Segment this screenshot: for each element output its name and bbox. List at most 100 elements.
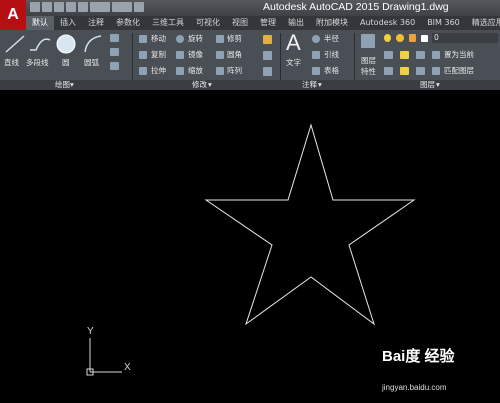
layer-isolate-icon[interactable] (384, 67, 393, 75)
scale-icon (176, 67, 184, 75)
fillet-button[interactable]: 圆角 (227, 50, 242, 60)
baidu-watermark: Bai度 经验 (382, 348, 455, 365)
layer-freeze-icon[interactable] (416, 51, 425, 59)
panel-title-draw[interactable]: 绘图 (55, 80, 70, 90)
move-icon (139, 35, 147, 43)
table-button[interactable]: 表格 (324, 66, 339, 76)
sun-icon (396, 34, 404, 42)
arc-icon[interactable] (83, 34, 103, 54)
title-bar: Autodesk AutoCAD 2015 Drawing1.dwg (0, 0, 500, 16)
layer-color-swatch (421, 35, 428, 42)
tab-annotate[interactable]: 注释 (82, 16, 110, 30)
new-file-icon[interactable] (30, 2, 40, 12)
layer-properties-label-2: 特性 (361, 67, 376, 76)
line-button[interactable]: 直线 (4, 58, 19, 68)
ribbon-panel-titles: 绘图 ▾ 修改 ▾ 注释 ▾ 图层 ▾ (0, 80, 500, 90)
rotate-button[interactable]: 旋转 (188, 34, 203, 44)
trim-icon (216, 35, 224, 43)
tab-bim-360[interactable]: BIM 360 (421, 16, 466, 30)
trim-button[interactable]: 修剪 (227, 34, 242, 44)
mirror-icon (176, 51, 184, 59)
layer-dropdown[interactable]: 0 (432, 33, 498, 43)
erase-icon[interactable] (263, 35, 272, 44)
tab-insert[interactable]: 插入 (54, 16, 82, 30)
stretch-button[interactable]: 拉伸 (151, 66, 166, 76)
undo-icon[interactable] (90, 2, 110, 12)
panel-title-modify[interactable]: 修改 (192, 80, 207, 90)
lock-icon (409, 34, 416, 42)
tab-3d-tools[interactable]: 三维工具 (146, 16, 190, 30)
text-button[interactable]: 文字 (286, 58, 301, 68)
rotate-icon (176, 35, 184, 43)
ribbon-tabs: 默认 插入 注释 参数化 三维工具 可视化 视图 管理 输出 附加模块 Auto… (26, 16, 500, 30)
tab-view[interactable]: 视图 (226, 16, 254, 30)
window-title: Autodesk AutoCAD 2015 Drawing1.dwg (263, 1, 449, 13)
tab-featured-apps[interactable]: 精选应用 (466, 16, 500, 30)
tab-output[interactable]: 输出 (282, 16, 310, 30)
copy-button[interactable]: 复制 (151, 50, 166, 60)
explode-icon[interactable] (263, 51, 272, 60)
panel-annotation-chevron-icon[interactable]: ▾ (318, 80, 322, 90)
ucs-icon (86, 338, 122, 376)
light-bulb-icon (384, 34, 391, 42)
layer-properties-button[interactable]: 图层 (361, 56, 376, 66)
open-file-icon[interactable] (42, 2, 52, 12)
save-icon[interactable] (54, 2, 64, 12)
line-icon[interactable] (4, 34, 26, 54)
array-button[interactable]: 阵列 (227, 66, 242, 76)
tab-visualize[interactable]: 可视化 (190, 16, 226, 30)
baidu-watermark-url: jingyan.baidu.com (382, 383, 447, 392)
set-current-icon (432, 51, 440, 59)
text-large-icon[interactable]: A (286, 31, 301, 55)
copy-icon (139, 51, 147, 59)
ucs-x-label: X (124, 362, 131, 373)
save-as-icon[interactable] (66, 2, 76, 12)
table-icon (312, 67, 320, 75)
set-current-button[interactable]: 置为当前 (444, 50, 474, 60)
polyline-button[interactable]: 多段线 (26, 58, 49, 68)
layer-unlock-icon[interactable] (416, 67, 425, 75)
tab-default[interactable]: 默认 (26, 16, 54, 30)
polyline-icon[interactable] (28, 34, 52, 54)
quick-access-toolbar[interactable] (30, 2, 144, 14)
tab-manage[interactable]: 管理 (254, 16, 282, 30)
match-layer-button[interactable]: 匹配图层 (444, 66, 474, 76)
arc-button[interactable]: 圆弧 (84, 58, 99, 68)
leader-button[interactable]: 引线 (324, 50, 339, 60)
tab-addins[interactable]: 附加模块 (310, 16, 354, 30)
circle-icon[interactable] (55, 33, 77, 55)
move-button[interactable]: 移动 (151, 34, 166, 44)
layer-lock-icon[interactable] (400, 67, 409, 75)
radius-button[interactable]: 半径 (324, 34, 339, 44)
tab-parametric[interactable]: 参数化 (110, 16, 146, 30)
mirror-button[interactable]: 镜像 (188, 50, 203, 60)
rectangle-icon[interactable] (110, 34, 119, 42)
hatch-icon[interactable] (110, 48, 119, 56)
tab-autodesk-360[interactable]: Autodesk 360 (354, 16, 421, 30)
ucs-y-label: Y (87, 326, 94, 337)
panel-title-annotation[interactable]: 注释 (302, 80, 317, 90)
ribbon: 直线 多段线 圆 圆弧 移动 旋转 修剪 复制 镜像 圆角 拉伸 缩放 阵列 A… (0, 30, 500, 80)
fillet-icon (216, 51, 224, 59)
match-layer-icon (432, 67, 440, 75)
dimension-radius-icon (312, 35, 320, 43)
scale-button[interactable]: 缩放 (188, 66, 203, 76)
leader-icon (312, 51, 320, 59)
offset-icon[interactable] (263, 67, 272, 76)
redo-icon[interactable] (112, 2, 132, 12)
autocad-logo: A (7, 6, 19, 23)
panel-draw-chevron-icon[interactable]: ▾ (70, 80, 74, 90)
stretch-icon (139, 67, 147, 75)
layer-off-icon[interactable] (400, 51, 409, 59)
plot-icon[interactable] (78, 2, 88, 12)
array-icon (216, 67, 224, 75)
layer-properties-icon (361, 34, 375, 48)
app-menu-button[interactable]: A (0, 0, 26, 30)
panel-title-layers[interactable]: 图层 (420, 80, 435, 90)
layer-state-icon[interactable] (384, 51, 393, 59)
region-icon[interactable] (110, 62, 119, 70)
panel-layers-chevron-icon[interactable]: ▾ (436, 80, 440, 90)
panel-modify-chevron-icon[interactable]: ▾ (208, 80, 212, 90)
qat-dropdown-icon[interactable] (134, 2, 144, 12)
circle-button[interactable]: 圆 (62, 58, 70, 68)
